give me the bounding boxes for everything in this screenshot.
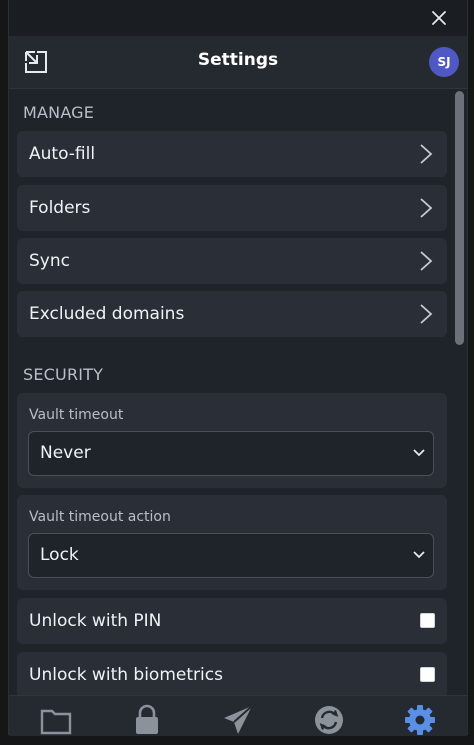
settings-item-label: Excluded domains	[29, 304, 185, 324]
unlock-with-pin-checkbox[interactable]	[420, 613, 435, 628]
unlock-with-biometrics-checkbox[interactable]	[420, 667, 435, 682]
chevron-right-icon	[420, 198, 433, 218]
scrollbar-thumb[interactable]	[455, 91, 464, 345]
bottom-tab-bar	[9, 695, 467, 736]
settings-content: MANAGE Auto-fill Folders Sync Excluded d…	[9, 89, 449, 695]
settings-item-label: Folders	[29, 198, 91, 218]
chevron-down-icon	[413, 551, 425, 559]
tab-vault[interactable]	[39, 703, 73, 737]
settings-header: Settings SJ	[9, 36, 467, 89]
unlock-with-biometrics-label: Unlock with biometrics	[29, 665, 223, 685]
chevron-right-icon	[420, 304, 433, 324]
vault-timeout-action-label: Vault timeout action	[29, 509, 171, 525]
folder-icon	[40, 709, 72, 735]
app-window: Settings SJ MANAGE Auto-fill Folders Syn…	[8, 0, 468, 736]
vault-timeout-action-select[interactable]: Lock	[28, 533, 434, 578]
tab-send[interactable]	[221, 703, 255, 737]
vault-timeout-action-value: Lock	[40, 545, 79, 565]
settings-item-label: Auto-fill	[29, 144, 96, 164]
close-window-button[interactable]	[427, 6, 451, 30]
unlock-with-pin-row[interactable]: Unlock with PIN	[17, 598, 447, 644]
tab-settings[interactable]	[403, 703, 437, 737]
vault-timeout-value: Never	[40, 443, 91, 463]
chevron-right-icon	[420, 144, 433, 164]
tab-sync[interactable]	[312, 703, 346, 737]
settings-item-sync[interactable]: Sync	[17, 238, 447, 284]
tab-generator[interactable]	[130, 703, 164, 737]
chevron-down-icon	[413, 449, 425, 457]
vault-timeout-card: Vault timeout Never	[17, 393, 447, 488]
sync-icon	[315, 706, 343, 734]
section-heading-manage: MANAGE	[23, 103, 95, 122]
vault-timeout-select[interactable]: Never	[28, 431, 434, 476]
gear-icon	[405, 705, 435, 735]
settings-item-excluded-domains[interactable]: Excluded domains	[17, 291, 447, 337]
scrollbar[interactable]	[453, 89, 465, 695]
chevron-right-icon	[420, 251, 433, 271]
window-titlebar	[9, 0, 467, 36]
lock-icon	[136, 704, 158, 734]
unlock-with-biometrics-row[interactable]: Unlock with biometrics	[17, 652, 447, 695]
vault-timeout-label: Vault timeout	[29, 407, 124, 423]
page-title: Settings	[197, 50, 279, 70]
vault-timeout-action-card: Vault timeout action Lock	[17, 495, 447, 590]
close-icon	[432, 11, 446, 25]
unlock-with-pin-label: Unlock with PIN	[29, 611, 162, 631]
settings-item-label: Sync	[29, 251, 70, 271]
avatar[interactable]: SJ	[429, 47, 459, 77]
section-heading-security: SECURITY	[23, 365, 104, 384]
send-icon	[224, 705, 253, 734]
settings-item-autofill[interactable]: Auto-fill	[17, 131, 447, 177]
settings-item-folders[interactable]: Folders	[17, 185, 447, 231]
